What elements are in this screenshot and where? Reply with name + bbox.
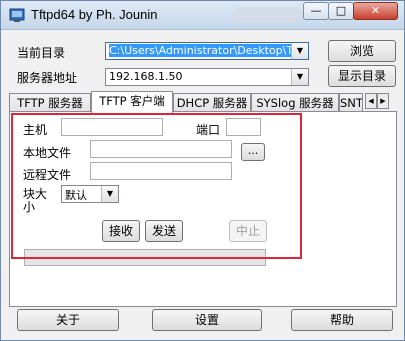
app-window: Tftpd64 by Ph. Jounin — □ ✕ 当前目录 C:\User… — [0, 0, 405, 341]
block-size-select[interactable]: 默认 ▼ — [61, 185, 119, 203]
host-input[interactable] — [61, 118, 163, 136]
server-ip-value: 192.168.1.50 — [109, 70, 183, 83]
current-dir-value: C:\Users\Administrator\Desktop\Tftpd — [109, 44, 292, 57]
stop-button: 中止 — [229, 220, 267, 242]
window-title: Tftpd64 by Ph. Jounin — [31, 7, 158, 22]
server-ip-label: 服务器地址 — [17, 71, 78, 85]
current-dir-select[interactable]: C:\Users\Administrator\Desktop\Tftpd ▼ — [105, 42, 309, 60]
tab-scroll-right-icon[interactable]: ▶ — [377, 93, 389, 109]
send-button[interactable]: 发送 — [145, 220, 183, 242]
port-input[interactable] — [226, 118, 261, 136]
port-label: 端口 — [196, 123, 221, 137]
blurred-region — [233, 7, 303, 23]
tab-dhcp-server[interactable]: DHCP 服务器 — [173, 93, 251, 112]
maximize-button[interactable]: □ — [328, 2, 354, 20]
show-dir-button[interactable]: 显示目录 — [328, 65, 396, 87]
tab-tftp-client[interactable]: TFTP 客户端 — [91, 91, 173, 113]
close-button[interactable]: ✕ — [353, 2, 398, 20]
title-bar: Tftpd64 by Ph. Jounin — □ ✕ — [1, 1, 404, 30]
server-ip-select[interactable]: 192.168.1.50 ▼ — [105, 68, 309, 86]
block-size-label-cont: 小 — [23, 200, 36, 214]
chevron-down-icon: ▼ — [291, 43, 308, 59]
local-file-label: 本地文件 — [23, 146, 72, 160]
browse-button[interactable]: 浏览 — [328, 40, 396, 62]
remote-file-label: 远程文件 — [23, 168, 72, 182]
chevron-down-icon: ▼ — [291, 69, 308, 85]
tab-scroll-left-icon[interactable]: ◀ — [365, 93, 377, 109]
remote-file-input[interactable] — [90, 162, 232, 180]
receive-button[interactable]: 接收 — [102, 220, 140, 242]
local-file-browse-button[interactable]: ... — [241, 143, 265, 161]
settings-button[interactable]: 设置 — [152, 309, 262, 331]
about-button[interactable]: 关于 — [17, 309, 119, 331]
tab-tftp-server[interactable]: TFTP 服务器 — [9, 93, 91, 112]
local-file-input[interactable] — [90, 140, 232, 158]
tab-syslog-server[interactable]: SYSlog 服务器 — [251, 93, 339, 112]
help-button[interactable]: 帮助 — [291, 309, 393, 331]
tab-snt[interactable]: SNT — [339, 93, 363, 112]
tftpd-app-icon — [9, 8, 25, 22]
transfer-progress-bar — [24, 249, 266, 266]
block-size-value: 默认 — [65, 189, 87, 202]
current-dir-label: 当前目录 — [17, 46, 66, 60]
minimize-button[interactable]: — — [303, 2, 329, 20]
chevron-down-icon: ▼ — [101, 186, 118, 202]
host-label: 主机 — [23, 123, 48, 137]
